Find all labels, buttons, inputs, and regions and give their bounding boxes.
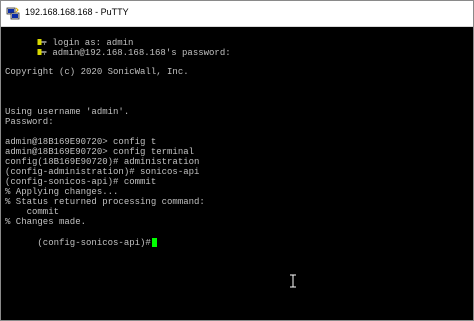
current-prompt-text: (config-sonicos-api)# bbox=[37, 238, 151, 248]
terminal-line-command: admin@18B169E90720> config terminal bbox=[5, 147, 195, 157]
terminal-line-current-prompt[interactable]: (config-sonicos-api)# bbox=[5, 228, 157, 248]
terminal-line-copyright: Copyright (c) 2020 SonicWall, Inc. bbox=[5, 67, 189, 77]
terminal-line-output: % Changes made. bbox=[5, 217, 87, 227]
title-bar[interactable]: 192.168.168.168 - PuTTY bbox=[1, 1, 473, 27]
terminal-line-output: % Status returned processing command: bbox=[5, 197, 205, 207]
terminal-line-login: login as: admin bbox=[5, 28, 133, 48]
terminal-line-command: config(18B169E90720)# administration bbox=[5, 157, 200, 167]
terminal-line-using-username: Using username 'admin'. bbox=[5, 107, 130, 117]
putty-icon[interactable] bbox=[6, 6, 20, 20]
terminal-line-output: % Applying changes... bbox=[5, 187, 119, 197]
text-cursor-icon bbox=[290, 274, 296, 288]
key-icon bbox=[37, 49, 47, 55]
terminal-line-output: commit bbox=[5, 207, 60, 217]
terminal-line-command: admin@18B169E90720> config t bbox=[5, 137, 157, 147]
terminal-line-command: (config-administration)# sonicos-api bbox=[5, 167, 200, 177]
text-cursor bbox=[151, 238, 157, 247]
putty-window: 192.168.168.168 - PuTTY login as: admin … bbox=[0, 0, 474, 321]
terminal-line-password: Password: bbox=[5, 117, 54, 127]
terminal-area[interactable]: login as: admin admin@192.168.168.168's … bbox=[1, 27, 473, 320]
terminal-line-command: (config-sonicos-api)# commit bbox=[5, 177, 157, 187]
window-title: 192.168.168.168 - PuTTY bbox=[25, 7, 129, 17]
terminal-line-password-prompt: admin@192.168.168.168's password: bbox=[5, 38, 231, 58]
password-prompt-text: admin@192.168.168.168's password: bbox=[52, 48, 231, 58]
